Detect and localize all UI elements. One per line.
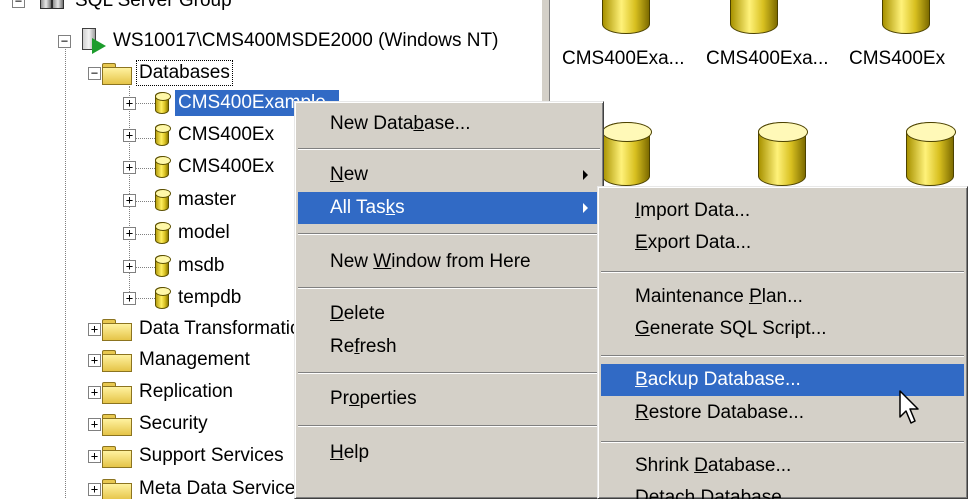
database-icon <box>155 92 171 114</box>
menu-item-export-data[interactable]: Export Data... <box>601 227 964 259</box>
menu-separator <box>298 287 600 289</box>
tree-node-label: master <box>178 189 237 210</box>
tree-node-label: SQL Server Group <box>75 0 232 11</box>
menu-separator <box>601 355 964 357</box>
expand-toggle[interactable]: + <box>123 160 136 174</box>
menu-separator <box>298 148 600 150</box>
tree-node-label: Meta Data Services <box>139 478 305 499</box>
expand-toggle[interactable]: + <box>123 291 136 305</box>
database-item-label[interactable]: CMS400Exa... <box>706 48 829 70</box>
menu-separator <box>601 271 964 273</box>
tree-node-label: CMS400Ex <box>178 156 275 177</box>
mouse-pointer-icon <box>899 390 919 424</box>
folder-icon <box>102 446 132 468</box>
database-icon <box>155 255 171 277</box>
context-menu: New Database... New All Tasks New Window… <box>294 101 604 499</box>
database-large-icon[interactable] <box>602 0 650 34</box>
folder-icon <box>102 414 132 436</box>
menu-item-refresh[interactable]: Refresh <box>298 331 600 363</box>
expand-toggle[interactable]: + <box>123 259 136 273</box>
expand-toggle[interactable]: + <box>123 96 136 110</box>
database-large-icon[interactable] <box>758 122 808 186</box>
tree-node-label: model <box>178 222 230 243</box>
menu-item-import-data[interactable]: Import Data... <box>601 195 964 227</box>
expand-toggle[interactable]: + <box>88 353 101 367</box>
menu-item-delete[interactable]: Delete <box>298 298 600 330</box>
menu-separator <box>298 425 600 427</box>
database-large-icon[interactable] <box>602 122 652 186</box>
tree-node-server[interactable]: − WS10017\CMS400MSDE2000 (Windows NT) <box>58 26 501 56</box>
tree-node-label: Databases <box>136 60 233 86</box>
database-icon <box>155 222 171 244</box>
folder-icon <box>102 319 132 341</box>
database-icon <box>155 124 171 146</box>
menu-item-generate-sql-script[interactable]: Generate SQL Script... <box>601 313 964 345</box>
tree-node-sql-server-group[interactable]: − SQL Server Group <box>12 0 235 16</box>
collapse-toggle[interactable]: − <box>58 34 71 48</box>
tree-node-database-msdb[interactable]: + msdb <box>123 251 227 281</box>
menu-separator <box>601 441 964 443</box>
expand-toggle[interactable]: + <box>88 417 101 431</box>
tree-node-label: CMS400Ex <box>178 124 275 145</box>
tree-node-label: Support Services <box>139 445 284 466</box>
menu-separator <box>298 233 600 235</box>
database-large-icon[interactable] <box>882 0 930 34</box>
tree-node-database-model[interactable]: + model <box>123 218 233 248</box>
menu-item-new[interactable]: New <box>298 159 600 191</box>
expand-toggle[interactable]: + <box>88 482 101 496</box>
tree-node-database-master[interactable]: + master <box>123 185 239 215</box>
expand-toggle[interactable]: + <box>123 193 136 207</box>
tree-node-label: Management <box>139 349 250 370</box>
folder-icon <box>102 382 132 404</box>
tree-node-database[interactable]: + CMS400Ex <box>123 152 277 182</box>
menu-item-detach-database[interactable]: Detach Database... <box>601 482 964 499</box>
collapse-toggle[interactable]: − <box>12 0 25 8</box>
menu-separator <box>298 372 600 374</box>
database-icon <box>155 189 171 211</box>
database-large-icon[interactable] <box>906 122 956 186</box>
tree-node-security[interactable]: + Security <box>88 409 211 439</box>
server-group-icon <box>38 0 66 11</box>
menu-item-new-database[interactable]: New Database... <box>298 108 600 140</box>
tree-node-meta-data-services[interactable]: + Meta Data Services <box>88 474 308 499</box>
all-tasks-submenu: Import Data... Export Data... Maintenanc… <box>597 186 968 499</box>
folder-icon <box>102 350 132 372</box>
database-icon <box>155 156 171 178</box>
tree-node-label: Replication <box>139 381 233 402</box>
folder-icon <box>102 63 132 85</box>
submenu-arrow-icon <box>583 170 588 180</box>
tree-node-support-services[interactable]: + Support Services <box>88 441 287 471</box>
menu-item-maintenance-plan[interactable]: Maintenance Plan... <box>601 281 964 313</box>
tree-node-label: WS10017\CMS400MSDE2000 (Windows NT) <box>113 30 499 51</box>
tree-node-database-tempdb[interactable]: + tempdb <box>123 283 244 313</box>
expand-toggle[interactable]: + <box>123 226 136 240</box>
menu-item-help[interactable]: Help <box>298 437 600 469</box>
expand-toggle[interactable]: + <box>88 449 101 463</box>
submenu-arrow-icon <box>583 203 588 213</box>
running-server-icon <box>80 28 108 54</box>
collapse-toggle[interactable]: − <box>88 66 101 80</box>
menu-item-new-window-from-here[interactable]: New Window from Here <box>298 246 600 278</box>
tree-node-management[interactable]: + Management <box>88 345 253 375</box>
tree-node-databases[interactable]: − Databases <box>88 58 233 88</box>
expand-toggle[interactable]: + <box>88 385 101 399</box>
tree-node-database[interactable]: + CMS400Ex <box>123 120 277 150</box>
tree-node-label: msdb <box>178 255 225 276</box>
database-item-label[interactable]: CMS400Ex <box>849 48 945 70</box>
tree-node-label: tempdb <box>178 287 242 308</box>
expand-toggle[interactable]: + <box>88 322 101 336</box>
database-item-label[interactable]: CMS400Exa... <box>562 48 685 70</box>
menu-item-all-tasks[interactable]: All Tasks <box>298 192 600 224</box>
database-large-icon[interactable] <box>730 0 778 34</box>
menu-item-properties[interactable]: Properties <box>298 383 600 415</box>
tree-node-replication[interactable]: + Replication <box>88 377 236 407</box>
tree-node-label: Security <box>139 413 208 434</box>
expand-toggle[interactable]: + <box>123 128 136 142</box>
folder-icon <box>102 479 132 499</box>
database-icon <box>155 287 171 309</box>
menu-item-shrink-database[interactable]: Shrink Database... <box>601 450 964 482</box>
